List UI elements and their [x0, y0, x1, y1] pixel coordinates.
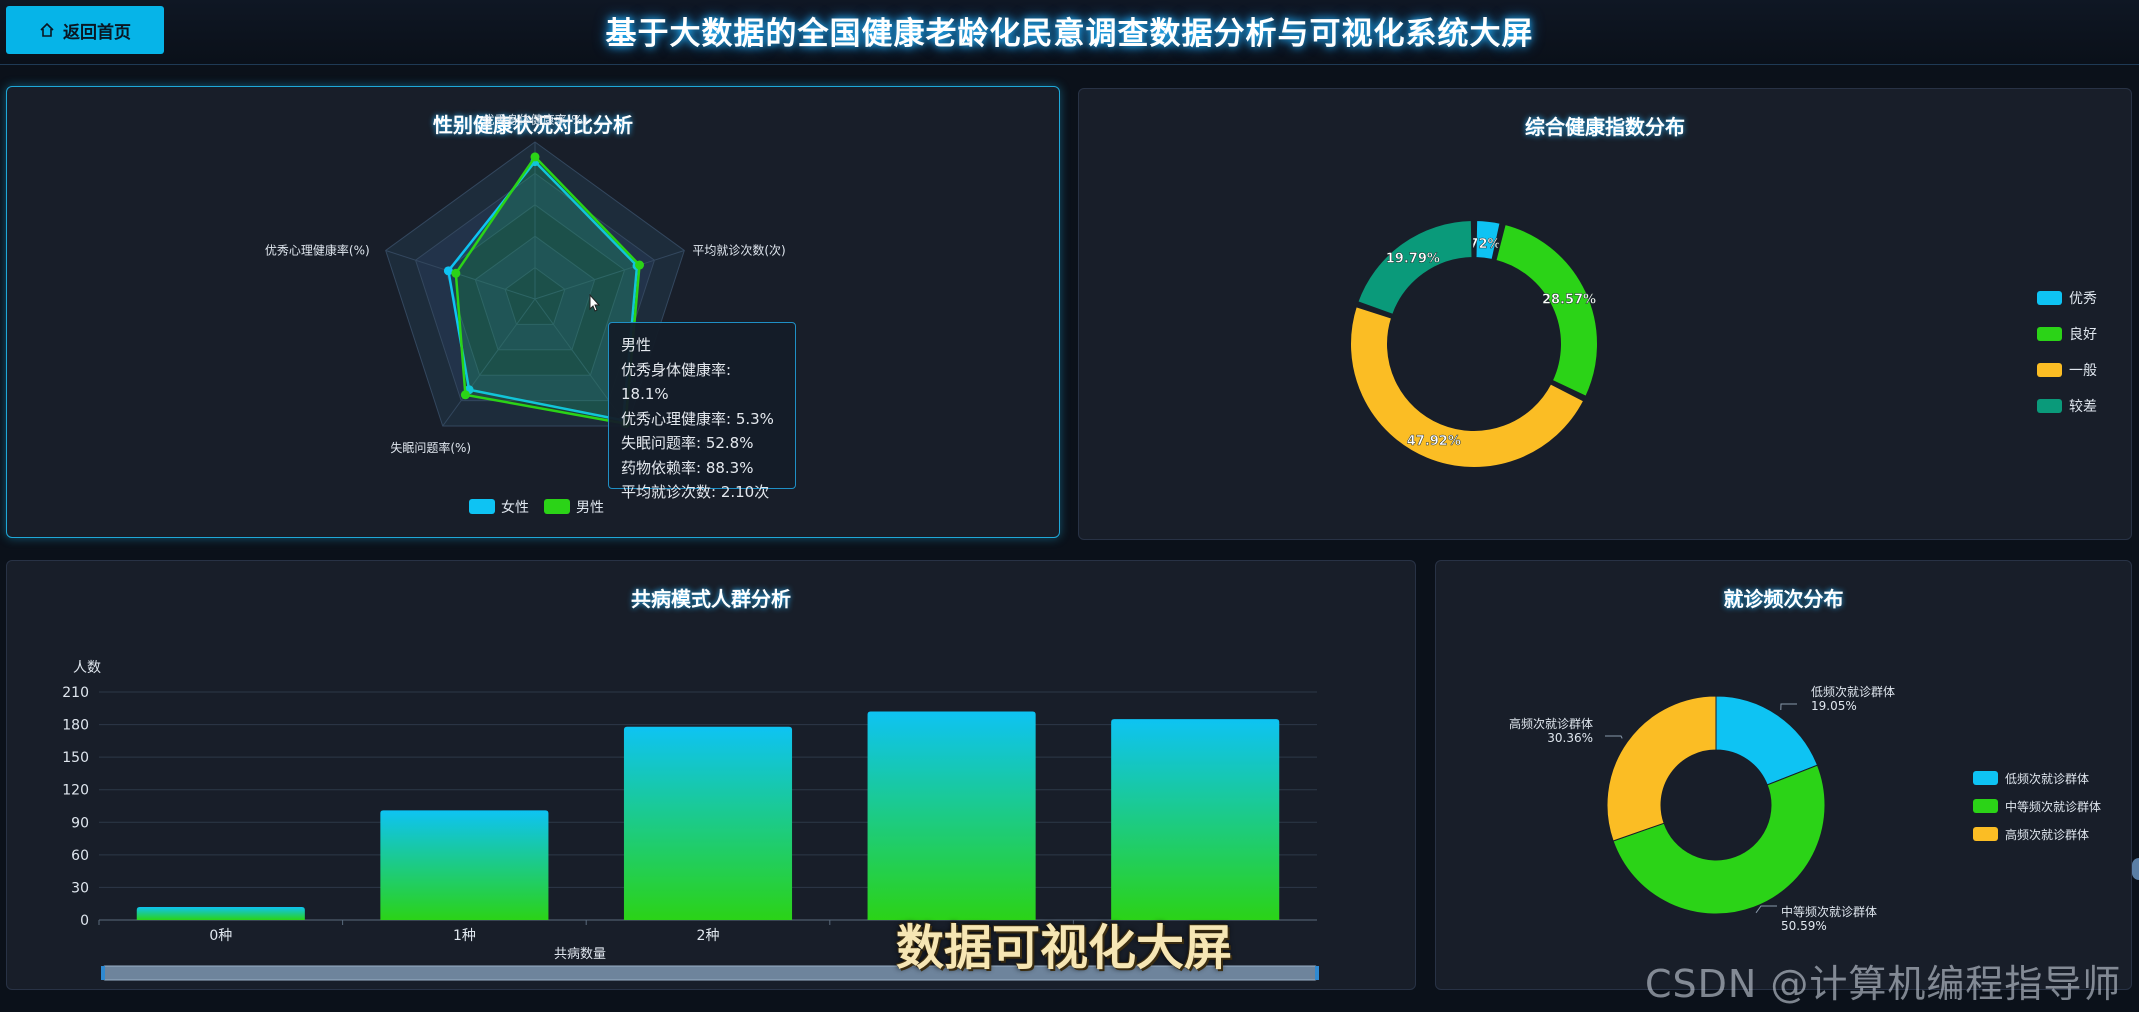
y-tick-label: 30 [71, 880, 89, 896]
legend-swatch [544, 499, 570, 514]
donut-slice [1349, 304, 1586, 469]
radar-indicator-label: 优秀心理健康率(%) [265, 242, 370, 257]
legend-label: 女性 [501, 499, 529, 516]
y-tick-label: 150 [62, 750, 89, 766]
legend-label: 低频次就诊群体 [2005, 772, 2089, 786]
donut-slice-name: 高频次就诊群体 [1509, 716, 1593, 731]
legend-swatch [469, 499, 495, 514]
legend-label: 一般 [2069, 363, 2097, 379]
y-tick-label: 60 [71, 848, 89, 864]
donut-slice-name: 中等频次就诊群体 [1781, 904, 1877, 919]
radar-indicator-label: 优秀身体健康率(%) [483, 112, 588, 127]
legend-swatch [1973, 827, 1998, 841]
radar-point [451, 268, 461, 278]
radar-point [460, 390, 470, 400]
y-tick-label: 0 [80, 913, 89, 929]
legend-label: 较差 [2069, 399, 2097, 415]
zoom-handle-right [1315, 966, 1319, 980]
tooltip-line: 失眠问题率: 52.8% [621, 434, 754, 452]
x-tick-label: 1种 [453, 928, 476, 944]
gender-radar-panel: 性别健康状况对比分析 优秀身体健康率(%)平均就诊次数(次)药物依赖率(%)失眠… [6, 86, 1060, 538]
legend-swatch [2037, 399, 2062, 413]
visit-frequency-donut-chart[interactable]: 低频次就诊群体19.05%中等频次就诊群体50.59%高频次就诊群体30.36%… [1436, 561, 2133, 991]
donut-slice [1494, 222, 1599, 399]
health-index-panel: 综合健康指数分布 3.72% 28.57% 47.92% 19.79% 优秀 良好 一般 较差 [1078, 88, 2132, 540]
legend-swatch [1973, 799, 1998, 813]
page-title: 基于大数据的全国健康老龄化民意调查数据分析与可视化系统大屏 [605, 16, 1534, 52]
top-bar: 返回首页 基于大数据的全国健康老龄化民意调查数据分析与可视化系统大屏 [0, 0, 2139, 65]
video-caption: 数据可视化大屏 [896, 920, 1233, 976]
tooltip-line: 药物依赖率: 88.3% [621, 458, 754, 477]
label-leader-line [1605, 735, 1623, 739]
x-tick-label: 0种 [209, 928, 232, 944]
tooltip-line: 平均就诊次数: 2.10次 [621, 483, 770, 501]
bar [623, 726, 793, 920]
legend-label: 男性 [576, 500, 604, 516]
y-axis-label: 人数 [73, 660, 101, 676]
donut-slice-label: 28.57% [1542, 292, 1596, 307]
donut-slice-percent: 30.36% [1547, 731, 1593, 745]
tooltip-line: 优秀身体健康率: 18.1% [621, 360, 732, 404]
tooltip-title: 男性 [621, 336, 652, 354]
tooltip-line: 优秀心理健康率: 5.3% [621, 409, 774, 428]
donut-slice-percent: 19.05% [1811, 699, 1857, 713]
donut-slice-label: 19.79% [1386, 252, 1440, 267]
y-tick-label: 180 [62, 718, 89, 734]
radar-point [635, 260, 645, 270]
radar-chart[interactable]: 优秀身体健康率(%)平均就诊次数(次)药物依赖率(%)失眠问题率(%)优秀心理健… [7, 87, 1061, 539]
donut-slice [1356, 219, 1474, 317]
bar [1111, 719, 1280, 920]
watermark: CSDN @计算机编程指导师 [1645, 962, 2122, 1006]
label-leader-line [1755, 905, 1777, 914]
legend-swatch [1973, 771, 1998, 785]
health-index-donut-chart[interactable]: 3.72%28.57%47.92%19.79%优秀良好一般较差 [1079, 89, 2133, 541]
radar-tooltip: 男性 优秀身体健康率: 18.1% 优秀心理健康率: 5.3% 失眠问题率: 5… [608, 322, 796, 501]
donut-slice-name: 低频次就诊群体 [1811, 685, 1895, 699]
y-tick-label: 90 [71, 815, 89, 831]
donut-slice-percent: 50.59% [1781, 919, 1827, 933]
legend-swatch [2037, 327, 2062, 341]
zoom-handle-left [101, 966, 105, 980]
legend-label: 中等频次就诊群体 [2005, 799, 2101, 814]
donut-slice [1606, 695, 1717, 842]
label-leader-line [1780, 703, 1797, 711]
donut-slice-label: 47.92% [1407, 434, 1461, 449]
x-axis-label: 共病数量 [554, 947, 606, 962]
radar-indicator-label: 平均就诊次数(次) [692, 242, 785, 257]
x-tick-label: 2种 [697, 928, 720, 944]
radar-indicator-label: 失眠问题率(%) [390, 440, 471, 455]
radar-point [530, 152, 540, 162]
bar [136, 906, 305, 920]
scroll-handle[interactable] [2132, 858, 2139, 880]
legend-label: 高频次就诊群体 [2005, 827, 2089, 842]
visit-frequency-panel: 就诊频次分布 低频次就诊群体 19.05% 中等频次就诊群体 50.59% 高频次就诊群… [1435, 560, 2132, 990]
y-tick-label: 120 [62, 783, 89, 799]
y-tick-label: 210 [62, 685, 89, 701]
legend-swatch [2037, 291, 2062, 305]
legend-swatch [2037, 363, 2062, 377]
legend-label: 优秀 [2069, 291, 2097, 307]
bar [380, 810, 549, 920]
legend-label: 良好 [2069, 327, 2097, 343]
bar [867, 711, 1036, 920]
